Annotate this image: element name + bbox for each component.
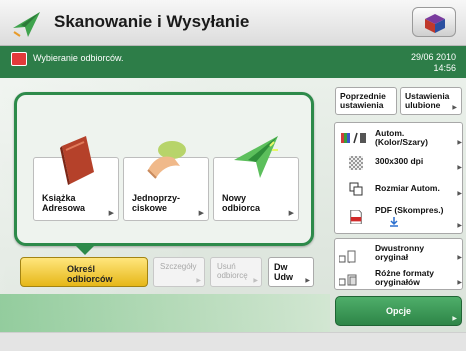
resolution-setting[interactable]: 300x300 dpi ▶	[335, 150, 465, 175]
delete-recipient-label: Usuń odbiorcę	[217, 262, 248, 280]
main-area: Książka Adresowa ▶ Jednoprzy- ciskowe ▶ …	[0, 78, 466, 332]
warning-icon	[11, 52, 27, 66]
status-bar: Wybieranie odbiorców. 29/06 2010 14:56	[0, 46, 466, 78]
arrow-icon: ▶	[198, 210, 204, 217]
duplex-original-setting[interactable]: Dwustronny oryginał ▶	[335, 240, 465, 265]
duplex-icon	[339, 250, 356, 264]
destination-panel: Książka Adresowa ▶ Jednoprzy- ciskowe ▶ …	[14, 92, 314, 246]
one-touch-button[interactable]: Jednoprzy- ciskowe ▶	[123, 141, 209, 221]
panel-pointer	[76, 246, 94, 255]
arrow-icon: ▶	[457, 223, 462, 229]
cc-bcc-button[interactable]: Dw Udw ▶	[268, 257, 314, 287]
main-menu-button[interactable]	[412, 7, 456, 37]
details-label: Szczegóły	[160, 262, 197, 271]
previous-settings-label: Poprzednie ustawienia	[340, 91, 386, 110]
options-label: Opcje	[385, 306, 411, 316]
mixed-sizes-icon	[339, 274, 357, 286]
specify-recipients-label: Określ odbiorców	[67, 264, 113, 284]
scan-size-setting[interactable]: Rozmiar Autom. ▶	[335, 176, 465, 201]
file-format-label: PDF (Skompres.)	[375, 205, 444, 215]
paper-plane-icon	[13, 12, 40, 37]
cc-bcc-label: Dw Udw	[274, 262, 293, 282]
options-button[interactable]: Opcje ▶	[335, 296, 462, 326]
one-touch-label: Jednoprzy- ciskowe	[132, 193, 181, 213]
pdf-file-icon	[350, 210, 362, 224]
cube-menu-icon	[425, 14, 445, 33]
mixed-originals-label: Różne formaty oryginałów	[375, 268, 435, 287]
address-book-icon	[60, 136, 94, 185]
scan-settings-panel: Autom. (Kolor/Szary) ▶ 300x300 dpi ▶ Roz…	[334, 122, 463, 234]
arrow-icon: ▶	[288, 210, 294, 217]
color-mode-label: Autom. (Kolor/Szary)	[375, 128, 428, 147]
color-mode-setting[interactable]: Autom. (Kolor/Szary) ▶	[335, 125, 465, 150]
mixed-originals-setting[interactable]: Różne formaty oryginałów ▶	[335, 265, 465, 290]
arrow-icon: ▶	[457, 280, 462, 286]
arrow-icon: ▶	[196, 278, 201, 284]
new-recipient-icon	[234, 136, 278, 178]
specify-recipients-button[interactable]: Określ odbiorców	[20, 257, 148, 287]
status-time: 14:56	[433, 63, 456, 73]
arrow-icon: ▶	[457, 165, 462, 171]
details-button[interactable]: Szczegóły ▶	[153, 257, 205, 287]
arrow-icon: ▶	[452, 105, 457, 111]
original-settings-panel: Dwustronny oryginał ▶ Różne formaty oryg…	[334, 238, 463, 290]
arrow-icon: ▶	[457, 191, 462, 197]
title-bar: Skanowanie i Wysyłanie	[0, 0, 466, 46]
arrow-icon: ▶	[108, 210, 114, 217]
new-recipient-button[interactable]: Nowy odbiorca ▶	[213, 136, 299, 221]
new-recipient-label: Nowy odbiorca	[222, 193, 261, 213]
previous-settings-button[interactable]: Poprzednie ustawienia	[335, 87, 397, 115]
resolution-label: 300x300 dpi	[375, 156, 424, 166]
color-mode-icon	[341, 132, 366, 144]
delete-recipient-button[interactable]: Usuń odbiorcę ▶	[210, 257, 262, 287]
scan-size-icon	[349, 182, 363, 196]
address-book-label: Książka Adresowa	[42, 193, 86, 213]
arrow-icon: ▶	[305, 278, 310, 284]
address-book-button[interactable]: Książka Adresowa ▶	[33, 136, 119, 221]
file-format-setting[interactable]: PDF (Skompres.) ▶	[335, 202, 465, 233]
one-touch-icon	[147, 141, 186, 179]
favorite-settings-label: Ustawienia ulubione	[405, 91, 450, 110]
duplex-original-label: Dwustronny oryginał	[375, 243, 425, 262]
arrow-icon: ▶	[452, 316, 457, 322]
resolution-icon	[349, 156, 363, 170]
download-icon	[390, 217, 398, 227]
arrow-icon: ▶	[253, 278, 258, 284]
scan-size-label: Rozmiar Autom.	[375, 183, 440, 193]
arrow-icon: ▶	[457, 255, 462, 261]
arrow-icon: ▶	[457, 140, 462, 146]
status-datetime: 29/06 2010 14:56	[411, 52, 456, 74]
favorite-settings-button[interactable]: Ustawienia ulubione ▶	[400, 87, 462, 115]
app-title: Skanowanie i Wysyłanie	[54, 12, 250, 31]
status-date: 29/06 2010	[410, 52, 456, 62]
status-message: Wybieranie odbiorców.	[33, 53, 124, 63]
bottom-bar	[0, 332, 466, 351]
